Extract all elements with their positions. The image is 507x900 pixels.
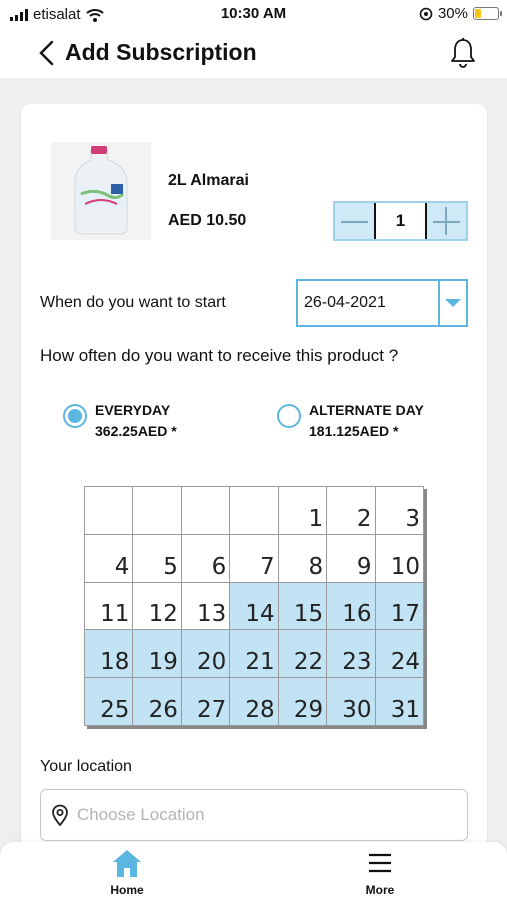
calendar-day-10[interactable]: 10 [374,533,425,583]
frequency-question: How often do you want to receive this pr… [40,346,399,365]
start-date-select[interactable]: 26-04-2021 [296,279,468,327]
product-image [51,142,151,240]
calendar-day-31[interactable]: 31 [374,677,425,726]
calendar-day-18[interactable]: 18 [83,629,134,679]
battery-icon [473,7,502,20]
calendar-day-28[interactable]: 28 [229,677,279,726]
calendar-day-29[interactable]: 29 [277,677,328,726]
calendar-week: 11 12 13 14 15 16 17 [83,581,425,631]
calendar-day-3[interactable]: 3 [374,486,425,535]
option-everyday-label: EVERYDAY [95,402,171,418]
calendar-week: 123 [83,486,425,535]
chevron-left-icon[interactable] [34,38,58,68]
home-icon [113,850,141,877]
decrement-button[interactable] [335,203,374,239]
calendar-day-19[interactable]: 19 [132,629,182,679]
battery-percent: 30% [437,5,468,22]
calendar-day-9[interactable]: 9 [326,533,376,583]
nav-home-label: Home [110,883,144,897]
calendar-day-7[interactable]: 7 [229,533,279,583]
option-alternate-day[interactable]: ALTERNATE DAY 181.125AED * [277,400,424,442]
status-bar: etisalat 10:30 AM 30% [0,0,507,28]
nav-more[interactable]: More [340,848,420,897]
option-everyday-price: 362.25AED * [95,423,177,439]
calendar-empty-cell [83,486,134,535]
calendar-day-13[interactable]: 13 [180,581,231,631]
calendar-day-25[interactable]: 25 [83,677,134,726]
product-name: 2L Almarai [168,172,249,189]
calendar-week: 25 26 27 28 29 30 31 [83,677,425,726]
calendar-day-24[interactable]: 24 [374,629,425,679]
calendar-day-11[interactable]: 11 [83,581,134,631]
option-alternate-price: 181.125AED * [309,423,399,439]
quantity-stepper: 1 [333,201,468,241]
calendar-empty-cell [180,486,231,535]
calendar-day-30[interactable]: 30 [326,677,376,726]
calendar-day-15[interactable]: 15 [277,581,328,631]
location-placeholder: Choose Location [77,805,205,824]
calendar-day-6[interactable]: 6 [180,533,231,583]
subscription-card: 2L Almarai AED 10.50 1 When do you want … [21,104,487,900]
nav-more-label: More [365,883,395,897]
option-alternate-label: ALTERNATE DAY [309,402,424,418]
location-label: Your location [40,758,132,775]
bottom-nav: Home More [0,842,507,900]
dropdown-button[interactable] [438,281,466,325]
calendar-day-4[interactable]: 4 [83,533,134,583]
calendar-day-20[interactable]: 20 [180,629,231,679]
location-input[interactable]: Choose Location [40,789,468,841]
calendar-day-5[interactable]: 5 [132,533,182,583]
calendar-empty-cell [132,486,182,535]
calendar-day-16[interactable]: 16 [326,581,376,631]
app-header: Add Subscription [0,28,507,78]
calendar-grid: 1 2 3 4 5 6 7 8 9 10 11 12 13 14 15 16 17 18 19 20 21 22 23 24 2… [83,486,425,726]
product-price: AED 10.50 [168,212,247,229]
calendar-day-22[interactable]: 22 [277,629,328,679]
calendar-day-8[interactable]: 8 [277,533,328,583]
nav-home[interactable]: Home [87,848,167,897]
start-date-label: When do you want to start [40,294,226,311]
calendar-day-12[interactable]: 12 [132,581,182,631]
bell-icon[interactable] [449,37,477,69]
start-date-value: 26-04-2021 [304,294,386,311]
location-pin-icon [52,804,68,826]
calendar-day-17[interactable]: 17 [374,581,425,631]
page-title: Add Subscription [65,39,257,65]
status-right: 30% [419,5,502,22]
calendar-day-27[interactable]: 27 [180,677,231,726]
option-everyday[interactable]: EVERYDAY 362.25AED * [63,400,177,442]
radio-alternate-day[interactable] [277,404,301,428]
increment-button[interactable] [427,203,466,239]
radio-everyday[interactable] [63,404,87,428]
chevron-down-icon [445,299,461,307]
calendar-week: 4 5 6 7 8 9 10 [83,533,425,583]
quantity-value: 1 [374,203,427,239]
calendar-day-14[interactable]: 14 [229,581,279,631]
orientation-lock-icon [419,7,433,20]
calendar-day-21[interactable]: 21 [229,629,279,679]
menu-icon [369,853,391,873]
calendar-empty-cell [229,486,279,535]
calendar-day-26[interactable]: 26 [132,677,182,726]
calendar-day-2[interactable]: 2 [326,486,376,535]
calendar-day-1[interactable]: 1 [277,486,328,535]
calendar-week: 18 19 20 21 22 23 24 [83,629,425,679]
calendar-day-23[interactable]: 23 [326,629,376,679]
